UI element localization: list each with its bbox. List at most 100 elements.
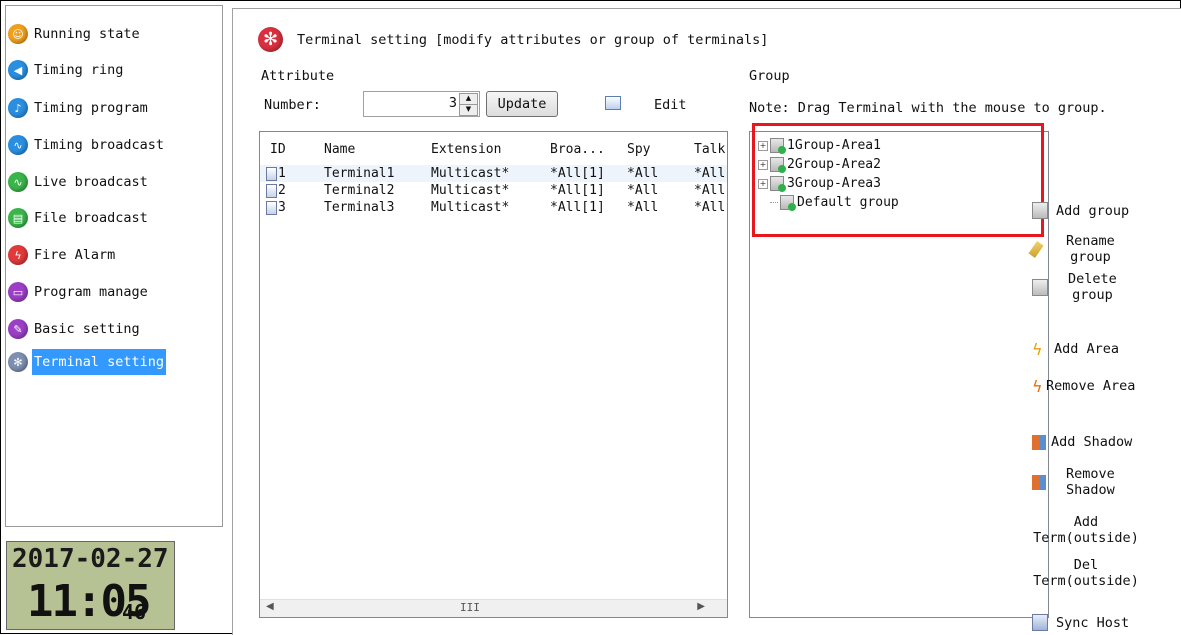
sidebar-item-running-state[interactable]: ☺ Running state (8, 21, 142, 47)
col-header-extension[interactable]: Extension (431, 142, 501, 157)
sidebar-item-label: Running state (34, 26, 140, 42)
sidebar-item-label: Fire Alarm (34, 247, 116, 263)
table-row[interactable]: 2 Terminal2 Multicast* *All[1] *All *All (260, 182, 727, 199)
cell-broadcast: *All[1] (550, 200, 605, 215)
terminal-icon (266, 184, 277, 198)
spinner-down-icon[interactable]: ▼ (459, 104, 478, 116)
del-term-label-1: Del (1073, 557, 1099, 573)
page-header: ✻ Terminal setting [modify attributes or… (258, 27, 768, 52)
scroll-left-icon[interactable]: ◀ (266, 601, 274, 612)
rename-group-label-2: group (1070, 249, 1111, 265)
add-area-label: Add Area (1054, 341, 1120, 357)
number-label: Number: (264, 97, 321, 113)
add-shadow-button[interactable]: Add Shadow (1032, 434, 1132, 450)
remove-shadow-icon (1032, 474, 1046, 490)
del-term-label-2: Term(outside) (1033, 573, 1139, 589)
sidebar-item-program-manage[interactable]: ▭ Program manage (8, 279, 150, 305)
clock-seconds: 46 (122, 600, 147, 624)
cell-broadcast: *All[1] (550, 183, 605, 198)
col-header-spy[interactable]: Spy (627, 142, 650, 157)
table-row[interactable]: 1 Terminal1 Multicast* *All[1] *All *All (260, 165, 727, 182)
horizontal-scrollbar[interactable]: ◀ III ▶ (260, 599, 727, 617)
speaker-icon: ◀ (8, 60, 28, 80)
add-shadow-label: Add Shadow (1051, 434, 1133, 450)
sidebar-item-label: Program manage (34, 284, 148, 300)
sidebar-item-basic-setting[interactable]: ✎ Basic setting (8, 316, 142, 342)
page-title: Terminal setting [modify attributes or g… (297, 31, 769, 48)
col-header-name[interactable]: Name (324, 142, 355, 157)
terminal-icon (266, 201, 277, 215)
sync-host-button[interactable]: Sync Host (1032, 614, 1129, 631)
terminal-star-icon: ✻ (258, 27, 283, 52)
sidebar-item-label: Timing broadcast (34, 137, 165, 153)
remove-area-icon: ϟ (1032, 376, 1043, 396)
edit-button[interactable]: Edit (654, 97, 687, 113)
live-wave-icon: ∿ (8, 172, 28, 192)
cell-id: 3 (278, 200, 286, 215)
table-row[interactable]: 3 Terminal3 Multicast* *All[1] *All *All (260, 199, 727, 216)
edit-icon[interactable] (605, 96, 621, 110)
cell-talk: *All (694, 183, 726, 198)
col-header-broadcast[interactable]: Broa... (550, 142, 605, 157)
remove-area-button[interactable]: ϟ Remove Area (1032, 378, 1135, 394)
clock-date: 2017-02-27 (12, 544, 169, 574)
sidebar-item-label: Basic setting (34, 321, 140, 337)
rename-group-button[interactable]: Rename group (1028, 233, 1115, 265)
scroll-right-icon[interactable]: ▶ (697, 601, 705, 612)
terminal-icon (266, 167, 277, 181)
add-area-icon: ϟ (1032, 339, 1043, 359)
sidebar-item-fire-alarm[interactable]: ϟ Fire Alarm (8, 242, 117, 268)
delete-group-button[interactable]: Delete group (1032, 271, 1117, 303)
sidebar-item-live-broadcast[interactable]: ∿ Live broadcast (8, 169, 150, 195)
add-group-button[interactable]: Add group (1032, 202, 1129, 219)
group-legend: Group (747, 68, 792, 84)
sidebar-item-label: Timing ring (34, 62, 124, 78)
sidebar-item-file-broadcast[interactable]: ▤ File broadcast (8, 205, 150, 231)
sidebar-item-timing-ring[interactable]: ◀ Timing ring (8, 57, 125, 83)
group-note: Note: Drag Terminal with the mouse to gr… (749, 100, 1107, 116)
sidebar-item-terminal-setting[interactable]: ✻ Terminal setting (8, 349, 167, 375)
cell-broadcast: *All[1] (550, 166, 605, 181)
col-header-id[interactable]: ID (270, 142, 286, 157)
remove-shadow-label-2: Shadow (1066, 482, 1115, 498)
add-term-outside-button[interactable]: Add Term(outside) (1030, 514, 1142, 546)
cell-talk: *All (694, 166, 726, 181)
rename-group-label-1: Rename (1066, 233, 1115, 249)
col-header-talk[interactable]: Talk (694, 142, 725, 157)
add-term-label-2: Term(outside) (1033, 530, 1139, 546)
running-state-icon: ☺ (8, 24, 28, 44)
delete-group-label-2: group (1072, 287, 1113, 303)
cell-extension: Multicast* (431, 183, 510, 198)
lcd-clock: 2017-02-27 11:05 46 (6, 541, 175, 630)
cell-extension: Multicast* (431, 200, 510, 215)
number-spinner[interactable]: 3 ▲ ▼ (363, 91, 480, 117)
sidebar-item-label: Terminal setting (32, 349, 167, 375)
number-value: 3 (448, 95, 457, 111)
cell-name: Terminal3 (324, 200, 395, 215)
cell-name: Terminal1 (324, 166, 395, 181)
remove-shadow-label-1: Remove (1066, 466, 1115, 482)
add-term-label-1: Add (1073, 514, 1099, 530)
cell-spy: *All (627, 183, 659, 198)
add-area-button[interactable]: ϟ Add Area (1032, 341, 1119, 357)
music-note-icon: ♪ (8, 98, 28, 118)
sync-host-label: Sync Host (1056, 614, 1130, 631)
remove-shadow-button[interactable]: Remove Shadow (1032, 466, 1115, 498)
del-term-outside-button[interactable]: Del Term(outside) (1030, 557, 1142, 589)
remove-area-label: Remove Area (1046, 378, 1136, 394)
cell-extension: Multicast* (431, 166, 510, 181)
cell-id: 2 (278, 183, 286, 198)
cell-id: 1 (278, 166, 286, 181)
sidebar-item-timing-broadcast[interactable]: ∿ Timing broadcast (8, 132, 166, 158)
add-group-label: Add group (1056, 202, 1130, 219)
sidebar-item-label: Live broadcast (34, 174, 148, 190)
sidebar-item-timing-program[interactable]: ♪ Timing program (8, 95, 150, 121)
terminal-table[interactable]: ID Name Extension Broa... Spy Talk 1 Ter… (259, 131, 728, 618)
sidebar: ☺ Running state ◀ Timing ring ♪ Timing p… (5, 5, 223, 527)
add-shadow-icon (1032, 434, 1046, 450)
scroll-thumb-grip[interactable]: III (460, 601, 480, 614)
lightning-icon: ϟ (8, 245, 28, 265)
update-button[interactable]: Update (486, 91, 558, 117)
folder-icon: ▭ (8, 282, 28, 302)
file-icon: ▤ (8, 208, 28, 228)
